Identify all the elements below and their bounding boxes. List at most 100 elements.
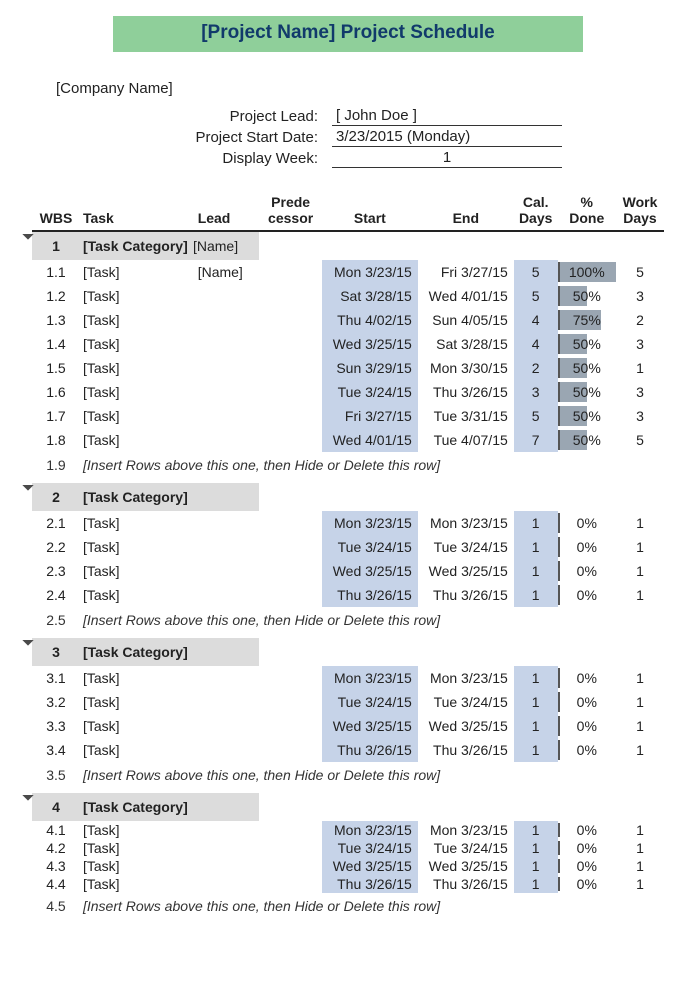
cell-lead[interactable] — [195, 821, 260, 839]
cell-task[interactable]: [Task] — [80, 559, 195, 583]
cell-predecessor[interactable] — [259, 535, 322, 559]
cell-task[interactable]: [Task] — [80, 380, 195, 404]
cell-end[interactable]: Wed 3/25/15 — [418, 559, 514, 583]
cell-start[interactable]: Mon 3/23/15 — [322, 666, 418, 690]
cell-start[interactable]: Wed 3/25/15 — [322, 559, 418, 583]
cell-predecessor[interactable] — [259, 857, 322, 875]
cell-lead[interactable] — [195, 839, 260, 857]
cell-task[interactable]: [Task] — [80, 535, 195, 559]
cell-end[interactable]: Tue 3/31/15 — [418, 404, 514, 428]
cell-pct-done[interactable]: 0% — [558, 839, 616, 857]
cell-pct-done[interactable]: 50% — [558, 380, 616, 404]
cell-task[interactable]: [Task] — [80, 690, 195, 714]
cell-lead[interactable] — [195, 284, 260, 308]
cell-predecessor[interactable] — [259, 666, 322, 690]
cell-task[interactable]: [Task] — [80, 332, 195, 356]
meta-start-value[interactable]: 3/23/2015 (Monday) — [332, 128, 562, 147]
cell-start[interactable]: Mon 3/23/15 — [322, 821, 418, 839]
cell-start[interactable]: Mon 3/23/15 — [322, 260, 418, 284]
cell-lead[interactable] — [195, 857, 260, 875]
cell-task[interactable]: [Task] — [80, 308, 195, 332]
cell-end[interactable]: Wed 3/25/15 — [418, 714, 514, 738]
cell-start[interactable]: Tue 3/24/15 — [322, 690, 418, 714]
cell-predecessor[interactable] — [259, 714, 322, 738]
cell-pct-done[interactable]: 0% — [558, 559, 616, 583]
cell-end[interactable]: Tue 3/24/15 — [418, 690, 514, 714]
cell-end[interactable]: Thu 3/26/15 — [418, 583, 514, 607]
cell-end[interactable]: Thu 3/26/15 — [418, 380, 514, 404]
cell-start[interactable]: Thu 4/02/15 — [322, 308, 418, 332]
cell-pct-done[interactable]: 0% — [558, 535, 616, 559]
cell-pct-done[interactable]: 50% — [558, 428, 616, 452]
cell-end[interactable]: Tue 4/07/15 — [418, 428, 514, 452]
cell-predecessor[interactable] — [259, 356, 322, 380]
cell-task[interactable]: [Task] — [80, 284, 195, 308]
cell-predecessor[interactable] — [259, 404, 322, 428]
cell-start[interactable]: Wed 4/01/15 — [322, 428, 418, 452]
cell-pct-done[interactable]: 0% — [558, 666, 616, 690]
cell-pct-done[interactable]: 0% — [558, 690, 616, 714]
cell-lead[interactable] — [195, 738, 260, 762]
cell-end[interactable]: Tue 3/24/15 — [418, 535, 514, 559]
cell-start[interactable]: Tue 3/24/15 — [322, 535, 418, 559]
cell-lead[interactable] — [195, 380, 260, 404]
cell-end[interactable]: Thu 3/26/15 — [418, 875, 514, 893]
cell-task[interactable]: [Task] — [80, 511, 195, 535]
cell-predecessor[interactable] — [259, 284, 322, 308]
cell-end[interactable]: Sun 4/05/15 — [418, 308, 514, 332]
cell-start[interactable]: Wed 3/25/15 — [322, 714, 418, 738]
cell-task[interactable]: [Task] — [80, 404, 195, 428]
cell-end[interactable]: Mon 3/30/15 — [418, 356, 514, 380]
cell-task[interactable]: [Task] — [80, 839, 195, 857]
cell-start[interactable]: Wed 3/25/15 — [322, 857, 418, 875]
cell-predecessor[interactable] — [259, 260, 322, 284]
cell-task[interactable]: [Task] — [80, 428, 195, 452]
cell-pct-done[interactable]: 0% — [558, 857, 616, 875]
cell-task[interactable]: [Task] — [80, 714, 195, 738]
cell-lead[interactable] — [195, 714, 260, 738]
cell-task[interactable]: [Task] — [80, 821, 195, 839]
cell-start[interactable]: Thu 3/26/15 — [322, 583, 418, 607]
cell-predecessor[interactable] — [259, 738, 322, 762]
cell-predecessor[interactable] — [259, 821, 322, 839]
cell-end[interactable]: Mon 3/23/15 — [418, 511, 514, 535]
cell-predecessor[interactable] — [259, 308, 322, 332]
cell-start[interactable]: Thu 3/26/15 — [322, 875, 418, 893]
cell-start[interactable]: Thu 3/26/15 — [322, 738, 418, 762]
cell-predecessor[interactable] — [259, 839, 322, 857]
cell-start[interactable]: Sat 3/28/15 — [322, 284, 418, 308]
cell-end[interactable]: Wed 3/25/15 — [418, 857, 514, 875]
cell-task[interactable]: [Task] — [80, 356, 195, 380]
cell-lead[interactable] — [195, 559, 260, 583]
cell-pct-done[interactable]: 75% — [558, 308, 616, 332]
cell-lead[interactable] — [195, 666, 260, 690]
cell-pct-done[interactable]: 0% — [558, 875, 616, 893]
cell-pct-done[interactable]: 50% — [558, 284, 616, 308]
cell-task[interactable]: [Task] — [80, 738, 195, 762]
cell-end[interactable]: Sat 3/28/15 — [418, 332, 514, 356]
cell-pct-done[interactable]: 100% — [558, 260, 616, 284]
cell-pct-done[interactable]: 0% — [558, 583, 616, 607]
cell-pct-done[interactable]: 0% — [558, 821, 616, 839]
cell-predecessor[interactable] — [259, 690, 322, 714]
cell-lead[interactable] — [195, 428, 260, 452]
cell-lead[interactable] — [195, 690, 260, 714]
cell-predecessor[interactable] — [259, 875, 322, 893]
cell-start[interactable]: Sun 3/29/15 — [322, 356, 418, 380]
cell-pct-done[interactable]: 0% — [558, 738, 616, 762]
cell-predecessor[interactable] — [259, 559, 322, 583]
cell-predecessor[interactable] — [259, 428, 322, 452]
cell-end[interactable]: Mon 3/23/15 — [418, 666, 514, 690]
cell-predecessor[interactable] — [259, 583, 322, 607]
cell-lead[interactable] — [195, 308, 260, 332]
cell-end[interactable]: Tue 3/24/15 — [418, 839, 514, 857]
cell-task[interactable]: [Task] — [80, 666, 195, 690]
cell-task[interactable]: [Task] — [80, 857, 195, 875]
cell-predecessor[interactable] — [259, 511, 322, 535]
cell-lead[interactable] — [195, 875, 260, 893]
meta-week-value[interactable]: 1 — [332, 149, 562, 168]
cell-pct-done[interactable]: 0% — [558, 714, 616, 738]
cell-end[interactable]: Thu 3/26/15 — [418, 738, 514, 762]
cell-lead[interactable] — [195, 583, 260, 607]
cell-lead[interactable] — [195, 332, 260, 356]
